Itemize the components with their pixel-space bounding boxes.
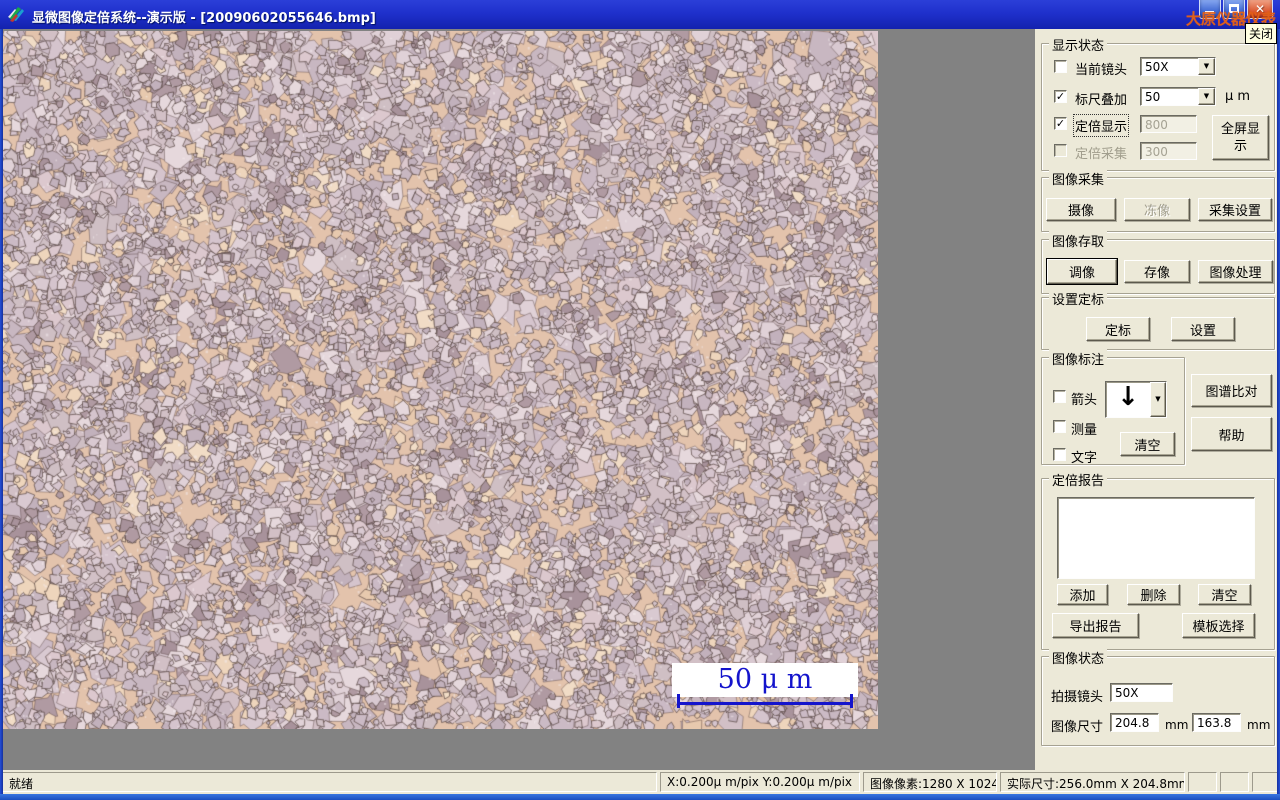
annotation-clear-button[interactable]: 清空 bbox=[1120, 432, 1175, 456]
check-icon: ✓ bbox=[1055, 90, 1066, 103]
status-empty-1 bbox=[1188, 772, 1217, 792]
scale-bar-tick-right bbox=[850, 694, 853, 708]
image-height-value: 163.8 bbox=[1192, 713, 1241, 732]
current-lens-checkbox[interactable] bbox=[1054, 60, 1067, 73]
image-processing-button[interactable]: 图像处理 bbox=[1198, 260, 1273, 283]
current-lens-dropdown-icon[interactable]: ▼ bbox=[1198, 58, 1215, 75]
app-icon bbox=[8, 7, 24, 22]
load-image-button[interactable]: 调像 bbox=[1047, 259, 1117, 284]
scale-bar-text: 50 μ m bbox=[717, 664, 813, 695]
image-height-unit: mm bbox=[1247, 718, 1271, 732]
title-bar: 显微图像定倍系统--演示版 - [20090602055646.bmp] ✕ 大… bbox=[0, 0, 1280, 29]
capture-camera-button[interactable]: 摄像 bbox=[1046, 198, 1116, 221]
calibrate-button[interactable]: 定标 bbox=[1086, 317, 1150, 341]
arrow-style-select[interactable]: ↓ ▼ bbox=[1105, 381, 1167, 418]
image-size-label: 图像尺寸 bbox=[1051, 720, 1104, 735]
ruler-overlay-checkbox[interactable]: ✓ bbox=[1054, 90, 1067, 103]
image-width-value: 204.8 bbox=[1110, 713, 1159, 732]
group-image-storage: 图像存取 调像 存像 图像处理 bbox=[1041, 231, 1275, 294]
group-image-capture-title: 图像采集 bbox=[1049, 169, 1108, 188]
group-annotation: 图像标注 箭头 测量 文字 ↓ ▼ 清空 bbox=[1041, 349, 1185, 466]
save-image-button[interactable]: 存像 bbox=[1124, 260, 1190, 283]
fixed-capture-label: 定倍采集 bbox=[1075, 147, 1128, 162]
arrow-annotation-label: 箭头 bbox=[1071, 393, 1098, 408]
control-panel: 显示状态 当前镜头 50X ▼ ✓ 标尺叠加 50 ▼ μ m ✓ 定倍显示 8… bbox=[1035, 29, 1280, 770]
group-display-status-title: 显示状态 bbox=[1049, 35, 1108, 54]
fixed-display-label: 定倍显示 bbox=[1072, 114, 1130, 137]
capture-settings-button[interactable]: 采集设置 bbox=[1198, 198, 1272, 221]
report-template-button[interactable]: 模板选择 bbox=[1182, 613, 1255, 638]
group-image-capture: 图像采集 摄像 冻像 采集设置 bbox=[1041, 169, 1275, 232]
report-clear-button[interactable]: 清空 bbox=[1198, 584, 1251, 605]
window-title: 显微图像定倍系统--演示版 - [20090602055646.bmp] bbox=[32, 11, 376, 26]
fixed-display-input: 800 bbox=[1140, 115, 1197, 133]
help-button[interactable]: 帮助 bbox=[1191, 417, 1272, 451]
measure-annotation-label: 测量 bbox=[1071, 423, 1098, 438]
window-border-left bbox=[0, 29, 3, 794]
arrow-style-dropdown-icon[interactable]: ▼ bbox=[1150, 382, 1166, 417]
capture-freeze-button: 冻像 bbox=[1124, 198, 1190, 221]
group-display-status: 显示状态 当前镜头 50X ▼ ✓ 标尺叠加 50 ▼ μ m ✓ 定倍显示 8… bbox=[1041, 35, 1275, 171]
scale-bar-line bbox=[678, 702, 852, 705]
group-report-title: 定倍报告 bbox=[1049, 470, 1108, 489]
check-icon: ✓ bbox=[1055, 117, 1066, 130]
status-empty-3 bbox=[1252, 772, 1278, 792]
shoot-lens-label: 拍摄镜头 bbox=[1051, 690, 1104, 705]
arrow-annotation-checkbox[interactable] bbox=[1053, 390, 1066, 403]
current-lens-select[interactable]: 50X ▼ bbox=[1140, 57, 1216, 76]
report-listbox[interactable] bbox=[1057, 497, 1255, 579]
group-image-status: 图像状态 拍摄镜头 50X 图像尺寸 204.8 mm 163.8 mm bbox=[1041, 648, 1275, 746]
report-export-button[interactable]: 导出报告 bbox=[1052, 613, 1139, 638]
shoot-lens-value: 50X bbox=[1110, 683, 1173, 702]
current-lens-label: 当前镜头 bbox=[1075, 63, 1128, 78]
text-annotation-label: 文字 bbox=[1071, 451, 1098, 466]
fixed-display-checkbox[interactable]: ✓ bbox=[1054, 117, 1067, 130]
group-image-status-title: 图像状态 bbox=[1049, 648, 1108, 667]
group-calibration: 设置定标 定标 设置 bbox=[1041, 289, 1275, 350]
status-ready: 就绪 bbox=[2, 772, 657, 792]
fixed-capture-checkbox bbox=[1054, 144, 1067, 157]
fixed-capture-input: 300 bbox=[1140, 142, 1197, 160]
window-border-bottom bbox=[0, 794, 1280, 800]
group-calibration-title: 设置定标 bbox=[1049, 289, 1108, 308]
status-pixel-scale: X:0.200μ m/pix Y:0.200μ m/pix bbox=[660, 772, 860, 792]
scale-bar-tick-left bbox=[677, 694, 680, 708]
report-add-button[interactable]: 添加 bbox=[1057, 584, 1108, 605]
fullscreen-button[interactable]: 全屏显示 bbox=[1212, 115, 1269, 160]
close-tooltip: 关闭 bbox=[1245, 23, 1278, 44]
ruler-unit-label: μ m bbox=[1225, 89, 1251, 104]
image-view-area: 50 μ m bbox=[3, 29, 1035, 770]
ruler-value: 50 bbox=[1145, 90, 1161, 104]
image-width-unit: mm bbox=[1165, 718, 1189, 732]
status-image-pixels: 图像像素:1280 X 1024 bbox=[863, 772, 997, 792]
group-report: 定倍报告 添加 删除 清空 导出报告 模板选择 bbox=[1041, 470, 1275, 650]
group-annotation-title: 图像标注 bbox=[1049, 349, 1108, 368]
measure-annotation-checkbox[interactable] bbox=[1053, 420, 1066, 433]
text-annotation-checkbox[interactable] bbox=[1053, 448, 1066, 461]
calibration-settings-button[interactable]: 设置 bbox=[1171, 317, 1235, 341]
report-delete-button[interactable]: 删除 bbox=[1127, 584, 1180, 605]
ruler-value-select[interactable]: 50 ▼ bbox=[1140, 87, 1216, 106]
arrow-down-icon: ↓ bbox=[1117, 382, 1139, 412]
group-image-storage-title: 图像存取 bbox=[1049, 231, 1108, 250]
status-empty-2 bbox=[1220, 772, 1249, 792]
scale-bar-label-box: 50 μ m bbox=[672, 663, 858, 697]
current-lens-value: 50X bbox=[1145, 60, 1169, 74]
microscope-image bbox=[3, 31, 878, 729]
status-actual-size: 实际尺寸:256.0mm X 204.8mm bbox=[1000, 772, 1185, 792]
status-bar: 就绪 X:0.200μ m/pix Y:0.200μ m/pix 图像像素:12… bbox=[0, 770, 1280, 794]
ruler-overlay-label: 标尺叠加 bbox=[1075, 93, 1128, 108]
ruler-dropdown-icon[interactable]: ▼ bbox=[1198, 88, 1215, 105]
atlas-compare-button[interactable]: 图谱比对 bbox=[1191, 374, 1272, 407]
